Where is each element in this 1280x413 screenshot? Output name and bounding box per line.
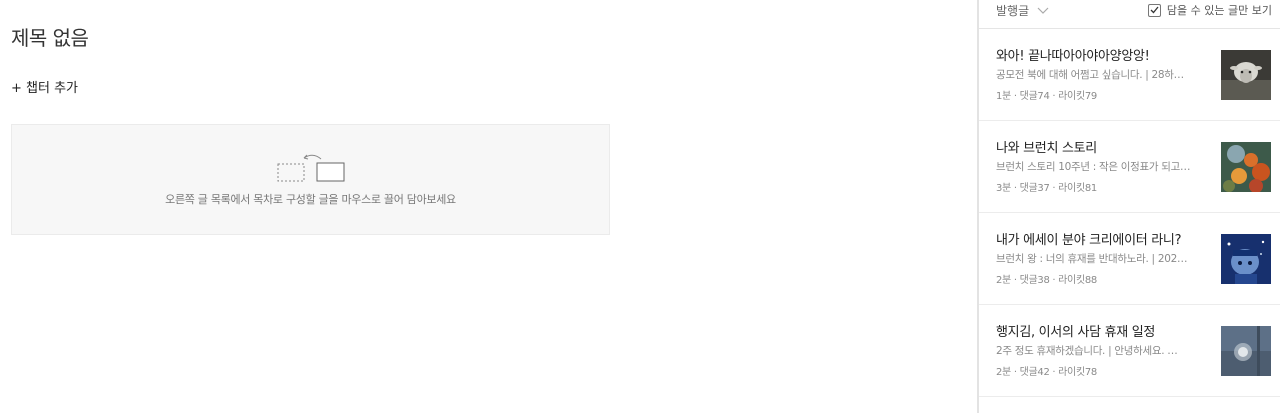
post-thumbnail bbox=[1221, 50, 1271, 100]
toc-dropzone[interactable]: 오른쪽 글 목록에서 목차로 구성할 글을 마우스로 끌어 담아보세요 bbox=[11, 124, 610, 235]
post-meta: 3분 · 댓글37 · 라이킷81 bbox=[996, 183, 1097, 194]
post-list-panel: 발행글 담을 수 있는 글만 보기 와아! 끝나따아아야아양앙앙! 공모전 북에… bbox=[979, 0, 1280, 413]
post-thumbnail bbox=[1221, 142, 1271, 192]
editor-area: 제목 없음 + 챕터 추가 오른쪽 글 목록에서 목차로 구성할 글을 마우스로… bbox=[0, 0, 977, 413]
post-excerpt: 브런치 왕 : 너의 휴재를 반대하노라. | 202… bbox=[996, 253, 1188, 265]
sort-select[interactable]: 발행글 bbox=[996, 2, 1049, 19]
filter-checkbox[interactable]: 담을 수 있는 글만 보기 bbox=[1147, 2, 1272, 18]
post-title: 행지김, 이서의 사담 휴재 일정 bbox=[996, 325, 1156, 340]
sort-select-label: 발행글 bbox=[996, 4, 1030, 18]
post-meta: 2분 · 댓글38 · 라이킷88 bbox=[996, 275, 1097, 286]
post-excerpt: 공모전 북에 대해 어쩜고 싶습니다. | 28하… bbox=[996, 69, 1184, 81]
post-excerpt: 2주 정도 휴재하겠습니다. | 안녕하세요. … bbox=[996, 345, 1178, 357]
post-meta: 1분 · 댓글74 · 라이킷79 bbox=[996, 91, 1097, 102]
chevron-down-icon bbox=[1037, 7, 1049, 14]
post-item[interactable]: 내가 에세이 분야 크리에이터 라니? 브런치 왕 : 너의 휴재를 반대하노라… bbox=[979, 213, 1280, 305]
post-title: 와아! 끝나따아아야아양앙앙! bbox=[996, 49, 1150, 64]
post-thumbnail bbox=[1221, 234, 1271, 284]
panel-header: 발행글 담을 수 있는 글만 보기 bbox=[979, 0, 1280, 29]
post-meta: 2분 · 댓글42 · 라이킷78 bbox=[996, 367, 1097, 378]
post-title: 내가 에세이 분야 크리에이터 라니? bbox=[996, 233, 1182, 248]
filter-label: 담을 수 있는 글만 보기 bbox=[1166, 4, 1272, 17]
post-item[interactable]: 와아! 끝나따아아야아양앙앙! 공모전 북에 대해 어쩜고 싶습니다. | 28… bbox=[979, 29, 1280, 121]
post-thumbnail bbox=[1221, 326, 1271, 376]
add-chapter-button[interactable]: + 챕터 추가 bbox=[11, 77, 78, 96]
post-item[interactable]: 나와 브런치 스토리 브런치 스토리 10주년 : 작은 이정표가 되고… 3분… bbox=[979, 121, 1280, 213]
drag-drop-icon bbox=[277, 154, 345, 182]
post-title: 나와 브런치 스토리 bbox=[996, 141, 1097, 156]
check-icon[interactable] bbox=[1147, 3, 1161, 17]
page-title[interactable]: 제목 없음 bbox=[11, 22, 89, 51]
dropzone-hint: 오른쪽 글 목록에서 목차로 구성할 글을 마우스로 끌어 담아보세요 bbox=[165, 193, 456, 206]
post-excerpt: 브런치 스토리 10주년 : 작은 이정표가 되고… bbox=[996, 161, 1191, 173]
post-item[interactable]: 행지김, 이서의 사담 휴재 일정 2주 정도 휴재하겠습니다. | 안녕하세요… bbox=[979, 305, 1280, 397]
